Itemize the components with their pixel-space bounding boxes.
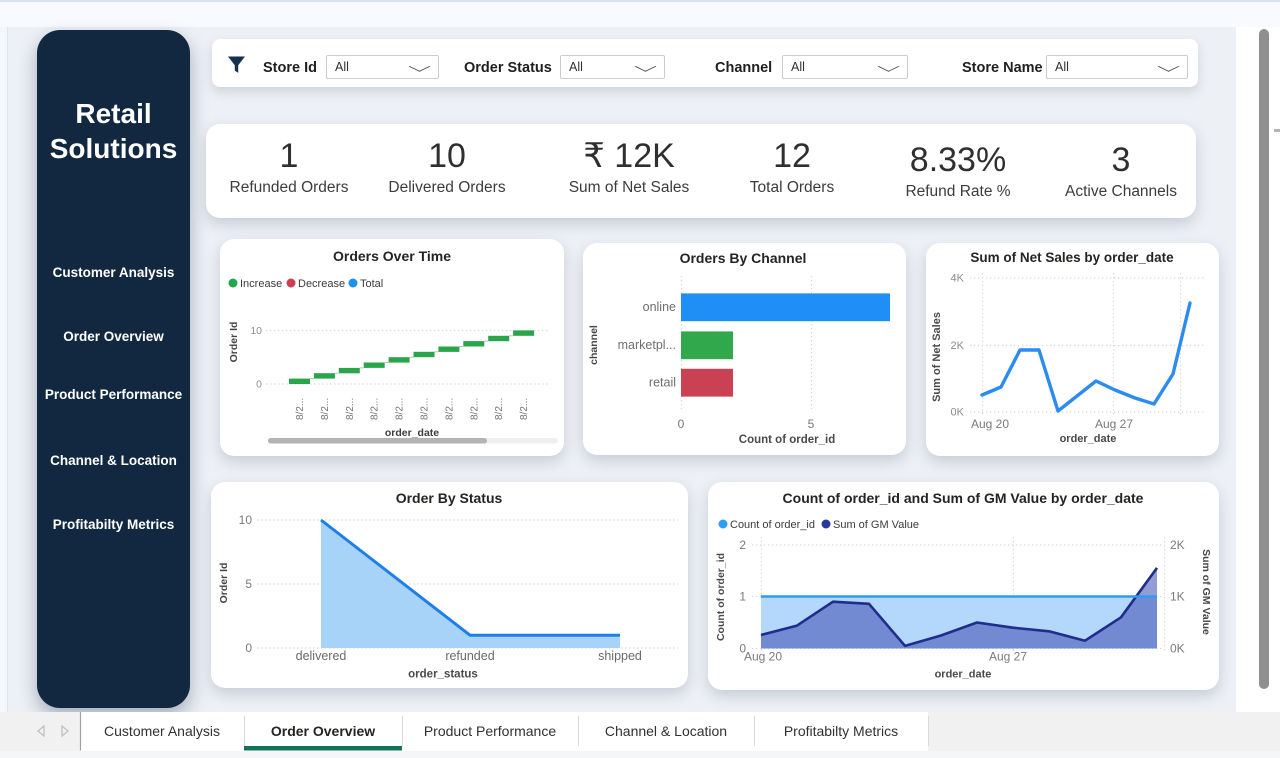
svg-text:Aug 20: Aug 20 <box>744 650 782 664</box>
svg-text:8/2...: 8/2... <box>320 398 331 420</box>
svg-text:0: 0 <box>245 641 252 655</box>
svg-text:delivered: delivered <box>296 649 347 663</box>
svg-text:Customer Analysis: Customer Analysis <box>104 723 220 739</box>
svg-text:Total: Total <box>360 278 383 290</box>
svg-text:Product Performance: Product Performance <box>424 723 556 739</box>
svg-text:Aug 27: Aug 27 <box>989 650 1027 664</box>
svg-text:Channel: Channel <box>715 60 772 76</box>
svg-text:2: 2 <box>739 538 746 552</box>
svg-text:Aug 20: Aug 20 <box>971 417 1009 431</box>
svg-text:Channel & Location: Channel & Location <box>605 723 727 739</box>
svg-text:4K: 4K <box>951 273 965 285</box>
svg-text:8/2...: 8/2... <box>395 398 406 420</box>
svg-text:Decrease: Decrease <box>298 278 345 290</box>
svg-text:Order Id: Order Id <box>228 322 240 363</box>
svg-text:10: 10 <box>239 513 253 527</box>
svg-text:order_status: order_status <box>408 669 478 681</box>
svg-text:5: 5 <box>245 577 252 591</box>
svg-text:Order Overview: Order Overview <box>271 723 375 739</box>
svg-text:Count of order_id: Count of order_id <box>739 434 835 446</box>
svg-text:8/2...: 8/2... <box>519 398 530 420</box>
svg-text:Store Id: Store Id <box>263 60 317 76</box>
svg-text:8/2...: 8/2... <box>444 398 455 420</box>
svg-text:1: 1 <box>739 590 746 604</box>
svg-text:Sum of GM Value: Sum of GM Value <box>833 519 919 531</box>
svg-text:channel: channel <box>588 325 600 365</box>
svg-text:0K: 0K <box>1170 642 1185 656</box>
svg-text:Orders By Channel: Orders By Channel <box>680 250 807 266</box>
svg-text:Increase: Increase <box>240 278 282 290</box>
svg-text:order_date: order_date <box>385 427 439 439</box>
svg-text:refunded: refunded <box>445 649 494 663</box>
svg-text:1K: 1K <box>1170 590 1185 604</box>
svg-text:Store Name: Store Name <box>962 60 1043 76</box>
svg-text:Orders Over Time: Orders Over Time <box>333 248 451 264</box>
svg-text:0: 0 <box>256 379 262 391</box>
svg-text:online: online <box>643 300 676 314</box>
svg-text:Aug 27: Aug 27 <box>1095 417 1133 431</box>
svg-text:5: 5 <box>808 417 815 431</box>
svg-text:shipped: shipped <box>598 649 642 663</box>
svg-text:Order Status: Order Status <box>464 60 552 76</box>
svg-text:8/2...: 8/2... <box>345 398 356 420</box>
svg-text:8/2...: 8/2... <box>420 398 431 420</box>
svg-text:8/2...: 8/2... <box>494 398 505 420</box>
svg-text:marketpl...: marketpl... <box>618 338 676 352</box>
svg-text:0K: 0K <box>951 407 965 419</box>
svg-text:8/2...: 8/2... <box>370 398 381 420</box>
svg-text:Order Id: Order Id <box>218 563 230 604</box>
svg-text:0: 0 <box>678 417 685 431</box>
svg-text:Count of order_id: Count of order_id <box>730 519 815 531</box>
svg-text:8/2...: 8/2... <box>295 398 306 420</box>
svg-text:Count of order_id: Count of order_id <box>715 553 727 641</box>
svg-text:order_date: order_date <box>935 669 992 681</box>
svg-text:Count of order_id and Sum of G: Count of order_id and Sum of GM Value by… <box>783 490 1144 506</box>
svg-text:Order By Status: Order By Status <box>396 490 503 506</box>
svg-text:8/2...: 8/2... <box>469 398 480 420</box>
svg-text:2K: 2K <box>1170 538 1185 552</box>
svg-text:2K: 2K <box>951 340 965 352</box>
svg-text:Sum of GM Value: Sum of GM Value <box>1200 549 1212 635</box>
svg-text:Sum of Net Sales: Sum of Net Sales <box>931 312 943 402</box>
svg-text:retail: retail <box>649 376 676 390</box>
svg-text:order_date: order_date <box>1060 433 1117 445</box>
svg-text:Profitabilty Metrics: Profitabilty Metrics <box>784 723 898 739</box>
svg-text:10: 10 <box>250 325 262 337</box>
svg-text:Sum of Net Sales by order_date: Sum of Net Sales by order_date <box>970 250 1174 265</box>
